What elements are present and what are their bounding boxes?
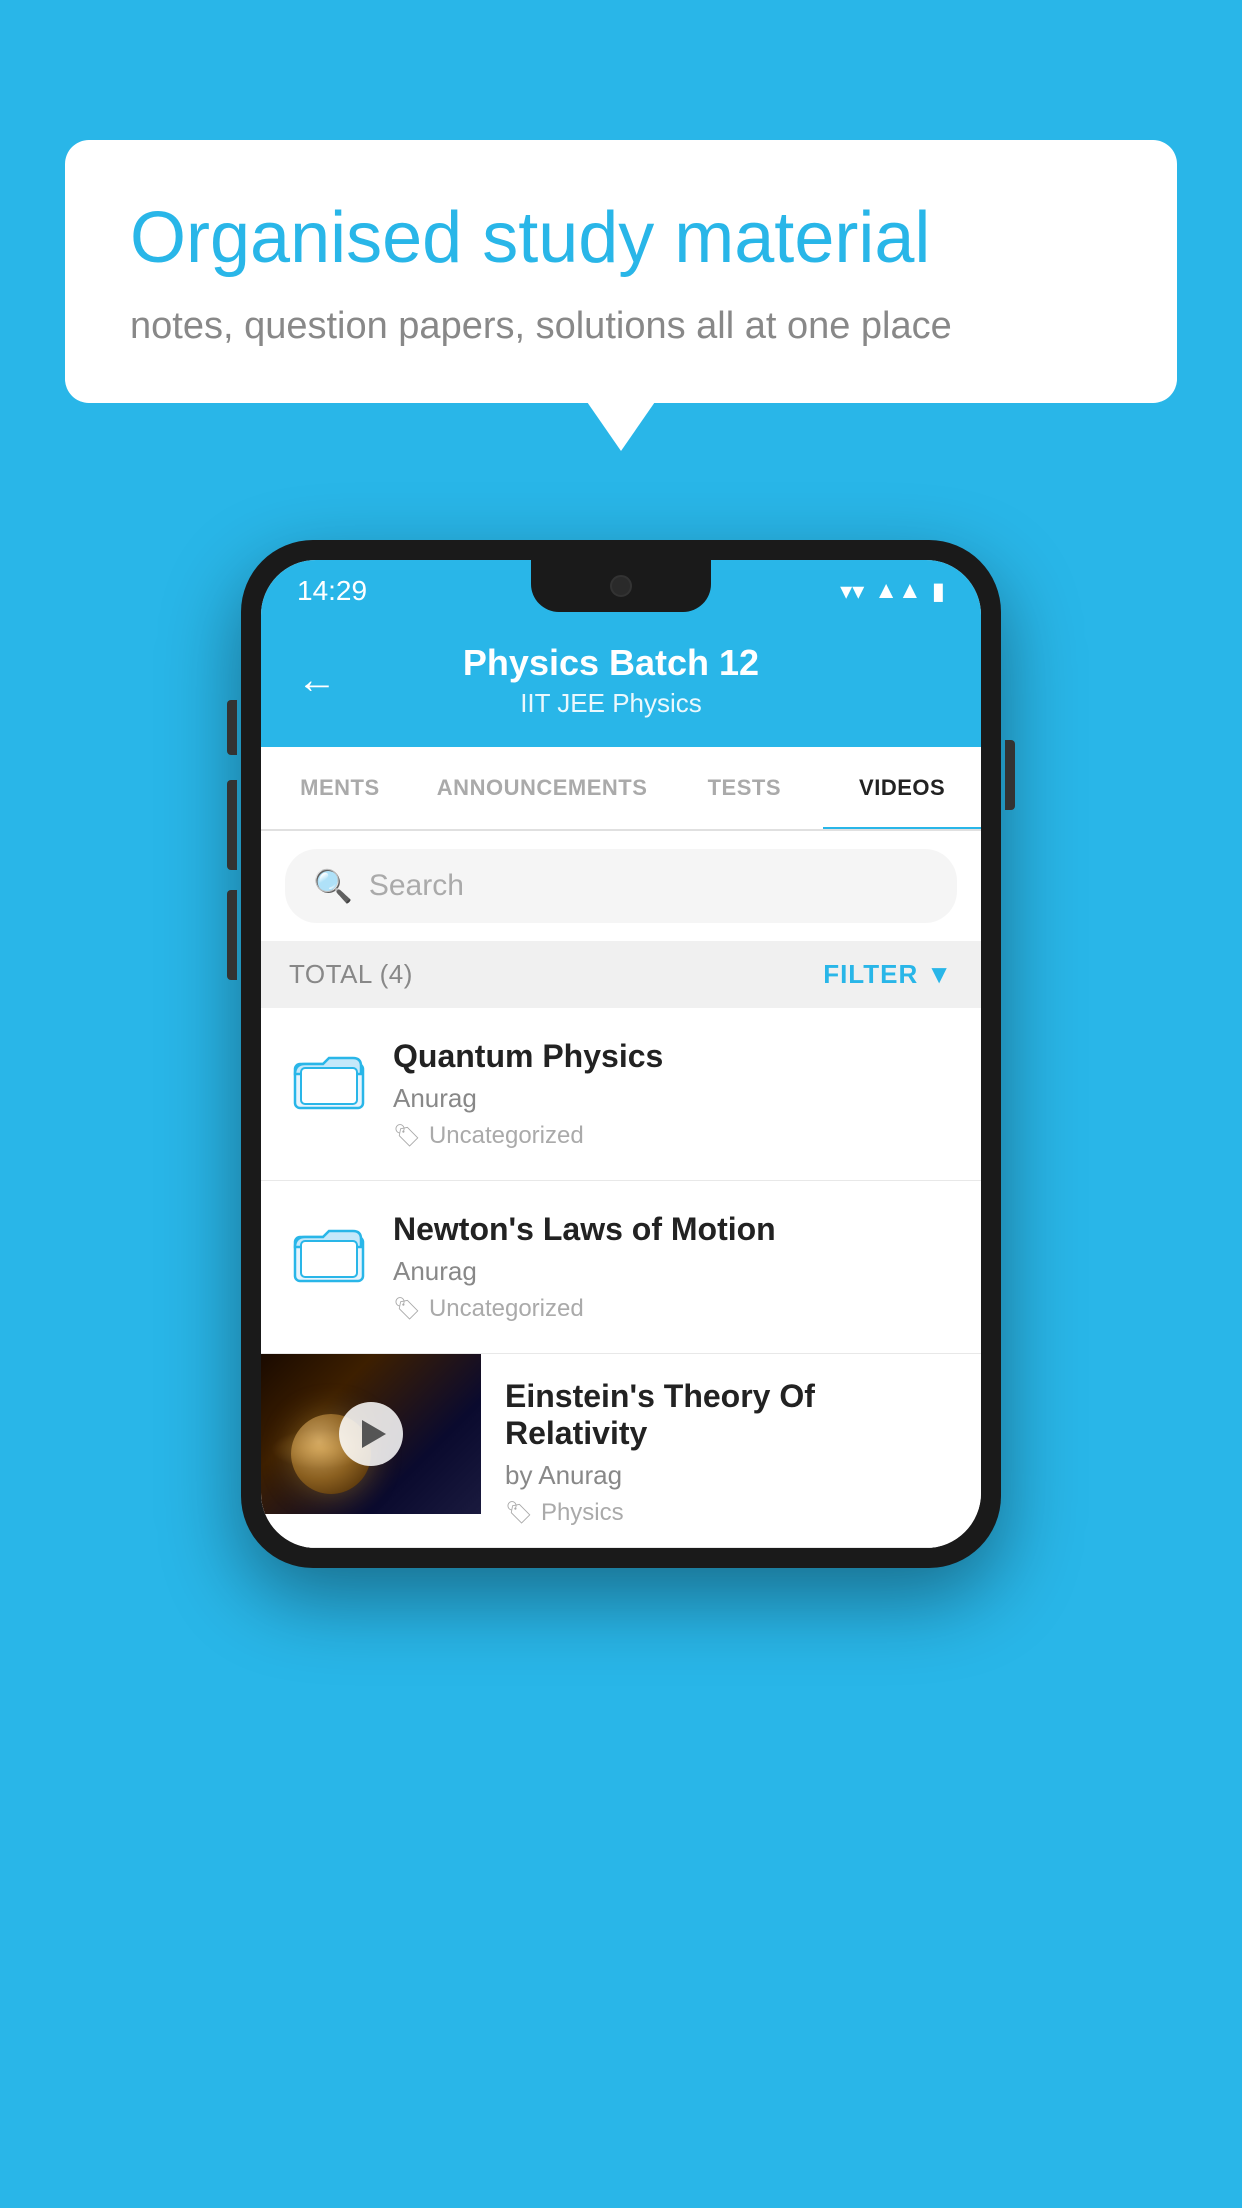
folder-icon-wrapper: [289, 1211, 369, 1291]
app-header: ← Physics Batch 12 IIT JEE Physics: [261, 622, 981, 747]
battery-icon: ▮: [932, 577, 945, 606]
search-placeholder: Search: [369, 869, 464, 903]
item-content: Quantum Physics Anurag 🏷 Uncategorized: [393, 1038, 953, 1150]
search-icon: 🔍: [313, 867, 353, 905]
item-title: Newton's Laws of Motion: [393, 1211, 953, 1248]
folder-icon: [293, 1219, 365, 1283]
play-icon: [362, 1420, 386, 1448]
item-author: by Anurag: [505, 1460, 957, 1491]
search-input-wrapper[interactable]: 🔍 Search: [285, 849, 957, 923]
tab-tests[interactable]: TESTS: [665, 747, 823, 829]
phone-frame: 14:29 ▾▾ ▲▲ ▮ ← Physics Batch 12 IIT JEE…: [241, 540, 1001, 1568]
speech-bubble-title: Organised study material: [130, 195, 1112, 281]
item-content: Einstein's Theory Of Relativity by Anura…: [481, 1354, 981, 1547]
header-title-group: Physics Batch 12 IIT JEE Physics: [361, 642, 861, 719]
folder-icon-wrapper: [289, 1038, 369, 1118]
item-tag: 🏷 Physics: [505, 1499, 957, 1527]
signal-icon: ▲▲: [874, 577, 922, 605]
tab-videos[interactable]: VIDEOS: [823, 747, 981, 829]
tag-icon: 🏷: [505, 1500, 533, 1526]
header-title: Physics Batch 12: [361, 642, 861, 684]
filter-bar: TOTAL (4) FILTER ▼: [261, 941, 981, 1008]
item-title: Einstein's Theory Of Relativity: [505, 1378, 957, 1452]
search-container: 🔍 Search: [261, 831, 981, 941]
item-title: Quantum Physics: [393, 1038, 953, 1075]
item-content: Newton's Laws of Motion Anurag 🏷 Uncateg…: [393, 1211, 953, 1323]
power-button: [1005, 740, 1015, 810]
back-button[interactable]: ←: [297, 658, 337, 703]
list-item-video[interactable]: Einstein's Theory Of Relativity by Anura…: [261, 1354, 981, 1548]
filter-icon: ▼: [926, 959, 953, 990]
item-tag: 🏷 Uncategorized: [393, 1122, 953, 1150]
volume-up-button: [227, 780, 237, 870]
tag-icon: 🏷: [393, 1296, 421, 1322]
list-item[interactable]: Newton's Laws of Motion Anurag 🏷 Uncateg…: [261, 1181, 981, 1354]
phone-notch: [531, 560, 711, 612]
folder-icon: [293, 1046, 365, 1110]
phone-screen: 14:29 ▾▾ ▲▲ ▮ ← Physics Batch 12 IIT JEE…: [261, 560, 981, 1548]
speech-bubble-container: Organised study material notes, question…: [65, 140, 1177, 403]
header-subtitle: IIT JEE Physics: [361, 688, 861, 719]
tag-icon: 🏷: [393, 1123, 421, 1149]
total-count-label: TOTAL (4): [289, 959, 413, 990]
item-tag: 🏷 Uncategorized: [393, 1295, 953, 1323]
front-camera: [610, 575, 632, 597]
speech-bubble-subtitle: notes, question papers, solutions all at…: [130, 305, 1112, 348]
tabs-bar: MENTS ANNOUNCEMENTS TESTS VIDEOS: [261, 747, 981, 831]
list-item[interactable]: Quantum Physics Anurag 🏷 Uncategorized: [261, 1008, 981, 1181]
item-author: Anurag: [393, 1256, 953, 1287]
silent-button: [227, 700, 237, 755]
item-author: Anurag: [393, 1083, 953, 1114]
volume-down-button: [227, 890, 237, 980]
speech-bubble: Organised study material notes, question…: [65, 140, 1177, 403]
wifi-icon: ▾▾: [840, 577, 864, 606]
status-time: 14:29: [297, 575, 367, 607]
status-icons: ▾▾ ▲▲ ▮: [840, 577, 945, 606]
filter-button[interactable]: FILTER ▼: [823, 959, 953, 990]
tab-announcements[interactable]: ANNOUNCEMENTS: [419, 747, 666, 829]
video-thumbnail: [261, 1354, 481, 1514]
phone-outer: 14:29 ▾▾ ▲▲ ▮ ← Physics Batch 12 IIT JEE…: [241, 540, 1001, 1568]
content-list: Quantum Physics Anurag 🏷 Uncategorized: [261, 1008, 981, 1548]
tab-ments[interactable]: MENTS: [261, 747, 419, 829]
play-button[interactable]: [339, 1402, 403, 1466]
